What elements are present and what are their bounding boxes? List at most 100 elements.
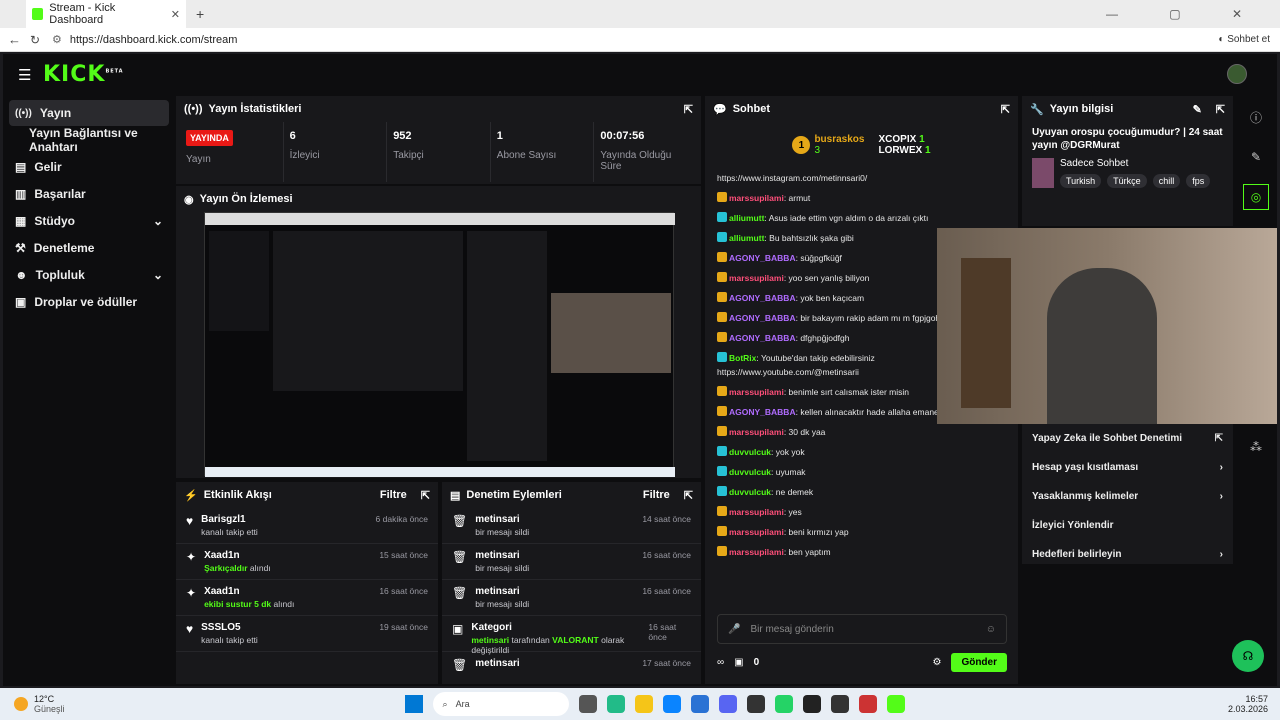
filter-button[interactable]: Filtre [380,489,407,501]
mixer-icon[interactable]: ⁂ [1243,434,1269,460]
settings-icon[interactable]: ⚙ [932,657,941,668]
chat-username[interactable]: marssupilami [729,273,784,283]
bolt-icon: ⚡ [184,489,198,502]
chat-username[interactable]: marssupilami [729,427,784,437]
file-explorer-icon[interactable] [634,695,653,713]
menu-raid[interactable]: İzleyici Yönlendir [1022,511,1233,540]
menu-banned-words[interactable]: Yasaklanmış kelimeler › [1022,482,1233,511]
support-button[interactable]: ☊ [1232,640,1264,672]
chat-username[interactable]: marssupilami [729,527,784,537]
chat-username[interactable]: alliumutt [729,233,764,243]
trash-icon: 🗑 [452,514,468,528]
browser-tabbar: Stream - Kick Dashboard ✕ + — ▢ ✕ [0,0,1280,28]
info-icon[interactable]: ⓘ [1243,104,1269,130]
send-button[interactable]: Gönder [951,652,1007,672]
menu-goals[interactable]: Hedefleri belirleyin › [1022,540,1233,569]
chat-message: https://www.instagram.com/metinnsari0/ [705,168,1018,188]
chat-username[interactable]: alliumutt [729,213,764,223]
clock[interactable]: 16:57 2.03.2026 [1228,694,1268,714]
whatsapp-icon[interactable] [774,695,793,713]
chevron-down-icon: ⌄ [152,214,163,228]
menu-account-age[interactable]: Hesap yaşı kısıtlaması › [1022,453,1233,482]
item-name: metinsari [475,514,520,525]
avatar[interactable] [1227,64,1247,84]
chat-username[interactable]: AGONY_BABBA [729,293,796,303]
camera-icon[interactable]: ◎ [1243,184,1269,210]
browser-tab[interactable]: Stream - Kick Dashboard ✕ [26,0,186,28]
weather[interactable]: 12°C Güneşli [34,694,65,714]
windows-start-icon[interactable] [404,695,423,713]
sidebar-item-denetleme[interactable]: ⚒ Denetleme [9,235,169,261]
popout-icon[interactable]: ⇱ [684,103,693,116]
chat-username[interactable]: AGONY_BABBA [729,407,796,417]
chat-username[interactable]: AGONY_BABBA [729,313,796,323]
chat-message: alliumutt: Asus iade ettim vgn aldım o d… [705,208,1018,228]
kick-icon[interactable] [886,695,905,713]
chevron-right-icon: › [1219,549,1223,560]
sidebar-item-stream-key[interactable]: Yayın Bağlantısı ve Anahtarı [9,126,169,154]
site-info-icon[interactable]: ⚙ [52,33,62,46]
discord-icon[interactable] [718,695,737,713]
new-tab-button[interactable]: + [196,6,204,22]
popout-icon[interactable]: ⇱ [684,489,693,502]
emoji-icon[interactable]: ☺ [986,624,996,635]
app-icon[interactable] [606,695,625,713]
chat-username[interactable]: marssupilami [729,387,784,397]
chat-text: yoo sen yanlış biliyon [788,273,870,283]
kick-favicon-icon [32,8,44,20]
window-controls[interactable]: — ▢ ✕ [1106,7,1266,21]
close-tab-icon[interactable]: ✕ [171,8,180,21]
popout-icon[interactable]: ⇱ [421,489,430,502]
sidebar-item-basarilar[interactable]: ▥ Başarılar [9,181,169,207]
rank-badge: 1 [792,136,811,154]
logo-text: KICK [43,62,106,87]
sidebar-item-studyo[interactable]: ▦ Stüdyo ⌄ [9,208,169,234]
mic-icon[interactable]: 🎤 [728,624,740,635]
app-icon[interactable] [830,695,849,713]
edit-icon[interactable]: ✎ [1193,103,1202,116]
chat-username[interactable]: marssupilami [729,547,784,557]
edge-icon[interactable] [662,695,681,713]
list-item: 🗑 metinsari 17 saat önce [442,652,701,684]
chat-username[interactable]: marssupilami [729,507,784,517]
pencil-icon[interactable]: ✎ [1243,144,1269,170]
item-time: 16 saat önce [642,550,691,560]
task-view-icon[interactable] [578,695,597,713]
chat-username[interactable]: duvvulcuk [729,447,771,457]
kick-logo[interactable]: KICKBETA [43,62,124,87]
sidebar-item-yayin[interactable]: ((•)) Yayın [9,100,169,126]
refresh-icon[interactable]: ↻ [30,33,40,47]
chat-username[interactable]: marssupilami [729,193,784,203]
chevron-right-icon: › [1219,462,1223,473]
back-icon[interactable]: ← [8,32,21,47]
sidebar-item-gelir[interactable]: ▤ Gelir [9,154,169,180]
weather-icon[interactable] [14,697,28,711]
chat-username[interactable]: BotRix [729,353,756,363]
heart-icon: ♥ [186,514,194,528]
app-icon[interactable] [690,695,709,713]
chat-text: yok yok [775,447,805,457]
voicemod-icon[interactable] [858,695,877,713]
url-field[interactable]: ⚙ https://dashboard.kick.com/stream [52,30,1152,50]
sidebar-item-topluluk[interactable]: ☻ Topluluk ⌄ [9,262,169,288]
copilot-chat-button[interactable]: ◐ Sohbet et [1218,34,1270,45]
sidebar-item-droplar[interactable]: ▣ Droplar ve ödüller [9,289,169,315]
hamburger-menu-icon[interactable]: ☰ [18,66,31,84]
taskbar-search[interactable]: ⌕ Ara [432,692,569,716]
reward-name: ekibi sustur 5 dk [204,599,272,609]
user-badge-icon [717,506,727,516]
stream-preview-video[interactable] [204,212,675,477]
chat-username[interactable]: duvvulcuk [729,487,771,497]
people-icon: ☻ [15,268,28,282]
chat-username[interactable]: AGONY_BABBA [729,333,796,343]
epic-games-icon[interactable] [802,695,821,713]
chat-username[interactable]: AGONY_BABBA [729,253,796,263]
obs-icon[interactable] [746,695,765,713]
filter-button[interactable]: Filtre [643,489,670,501]
chat-input[interactable]: 🎤 Bir mesaj gönderin ☺ [717,614,1007,644]
popout-icon[interactable]: ⇱ [1001,103,1010,116]
chat-username[interactable]: duvvulcuk [729,467,771,477]
menu-ai-moderation[interactable]: Yapay Zeka ile Sohbet Denetimi ⇱ [1022,424,1233,453]
popout-icon[interactable]: ⇱ [1216,103,1225,116]
panel-title: Denetim Eylemleri [466,489,562,501]
